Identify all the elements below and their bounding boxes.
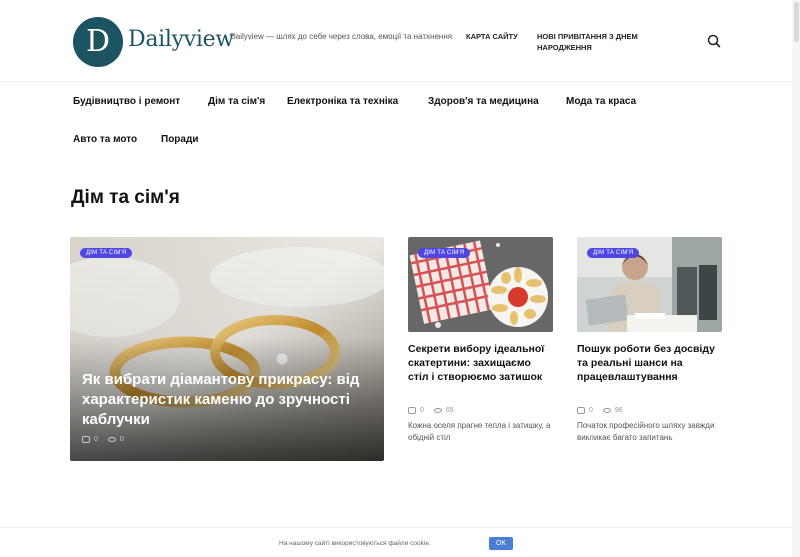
comment-count: 0 xyxy=(589,407,593,414)
category-badge[interactable]: ДІМ ТА СІМ'Я xyxy=(587,248,640,258)
featured-article-title[interactable]: Як вибрати діамантову прикрасу: від хара… xyxy=(82,370,377,430)
scrollbar-thumb[interactable] xyxy=(794,2,799,42)
article-image[interactable]: ДІМ ТА СІМ'Я xyxy=(577,237,722,332)
nav-item-electronics[interactable]: Електроніка та техніка xyxy=(287,96,398,107)
cookie-accept-button[interactable]: OK xyxy=(489,537,513,550)
article-title[interactable]: Секрети вибору ідеальної скатертини: зах… xyxy=(408,342,553,384)
search-icon[interactable] xyxy=(706,33,722,49)
logo-text[interactable]: Dailyview xyxy=(128,27,234,52)
comment-count: 0 xyxy=(420,407,424,414)
comment-count: 0 xyxy=(94,436,98,443)
logo-icon[interactable]: D xyxy=(73,17,123,67)
cookie-text: На нашому сайті використовуються файли c… xyxy=(279,540,431,547)
article-title[interactable]: Пошук роботи без досвіду та реальні шанс… xyxy=(577,342,722,384)
nav-item-construction[interactable]: Будівництво і ремонт xyxy=(73,96,180,107)
view-count: 0 xyxy=(119,436,124,443)
article-excerpt: Кожна оселя прагне тепла і затишку, а об… xyxy=(408,421,551,442)
comment-icon xyxy=(408,407,416,414)
scrollbar[interactable] xyxy=(792,0,800,557)
comment-icon xyxy=(82,436,90,443)
eye-icon xyxy=(107,437,116,442)
site-tagline: Dailyview — шлях до себе через слова, ем… xyxy=(230,32,453,41)
eye-icon xyxy=(602,408,611,413)
article-card: ДІМ ТА СІМ'Я Секрети вибору ідеальної ск… xyxy=(408,237,553,442)
article-card: ДІМ ТА СІМ'Я Пошук роботи без досвіду та… xyxy=(577,237,722,442)
view-count: 96 xyxy=(614,407,623,414)
article-meta: 0 96 xyxy=(577,407,623,414)
featured-article-meta: 0 0 xyxy=(82,436,124,443)
nav-item-home-family[interactable]: Дім та сім'я xyxy=(208,96,265,107)
comment-icon xyxy=(577,407,585,414)
nav-item-tips[interactable]: Поради xyxy=(161,134,198,145)
eye-icon xyxy=(433,408,442,413)
article-excerpt: Початок професійного шляху завжди виклик… xyxy=(577,421,715,442)
nav-item-auto[interactable]: Авто та мото xyxy=(73,134,137,145)
category-badge[interactable]: ДІМ ТА СІМ'Я xyxy=(80,248,133,258)
nav-item-health[interactable]: Здоров'я та медицина xyxy=(428,96,539,107)
view-count: 65 xyxy=(445,407,454,414)
nav-item-fashion[interactable]: Мода та краса xyxy=(566,96,636,107)
birthday-greetings-link[interactable]: НОВІ ПРИВІТАННЯ З ДНЕМ НАРОДЖЕННЯ xyxy=(537,31,672,53)
cookie-banner: На нашому сайті використовуються файли c… xyxy=(0,527,800,557)
site-header: D Dailyview Dailyview — шлях до себе чер… xyxy=(0,0,800,82)
page-title: Дім та сім'я xyxy=(71,187,180,208)
article-image[interactable]: ДІМ ТА СІМ'Я xyxy=(408,237,553,332)
article-meta: 0 65 xyxy=(408,407,454,414)
category-badge[interactable]: ДІМ ТА СІМ'Я xyxy=(418,248,471,258)
sitemap-link[interactable]: КАРТА САЙТУ xyxy=(466,31,526,42)
